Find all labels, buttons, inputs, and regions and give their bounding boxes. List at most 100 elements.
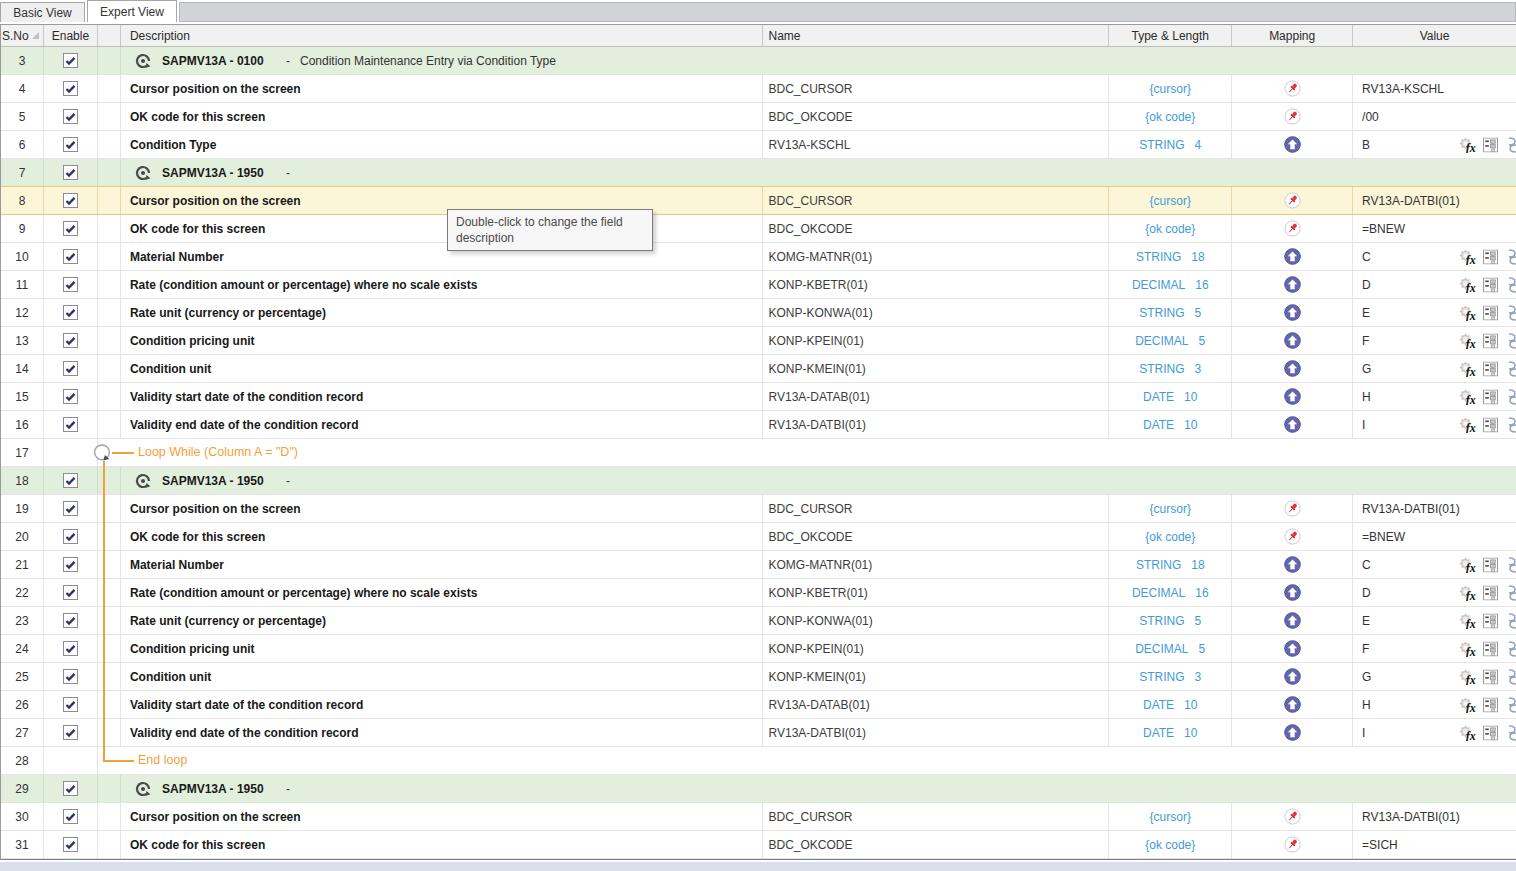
mapping-cell[interactable]: [1232, 299, 1353, 326]
mapping-cell[interactable]: [1232, 131, 1353, 158]
mapping-cell[interactable]: [1232, 803, 1353, 830]
mapping-grid-icon[interactable]: [1483, 697, 1498, 712]
name-cell[interactable]: KONP-KMEIN(01): [763, 355, 1110, 382]
enable-cell[interactable]: [44, 663, 98, 690]
name-cell[interactable]: BDC_CURSOR: [763, 75, 1110, 102]
description-cell[interactable]: Validity start date of the condition rec…: [121, 383, 763, 410]
type-length-cell[interactable]: DECIMAL16: [1109, 579, 1232, 606]
enable-checkbox[interactable]: [63, 557, 78, 572]
mapping-grid-icon[interactable]: [1483, 417, 1498, 432]
enable-cell[interactable]: [44, 47, 98, 74]
enable-cell[interactable]: [44, 831, 98, 858]
mapping-cell[interactable]: [1232, 103, 1353, 130]
field-row[interactable]: 27Validity end date of the condition rec…: [1, 719, 1516, 747]
mapped-arrow-icon[interactable]: [1284, 388, 1301, 405]
link-icon[interactable]: [1506, 332, 1516, 349]
value-cell[interactable]: Gfx: [1353, 663, 1516, 690]
formula-icon[interactable]: fx: [1459, 305, 1476, 321]
screen-description-cell[interactable]: SAPMV13A - 1950-: [121, 775, 1516, 802]
field-row[interactable]: 13Condition pricing unitKONP-KPEIN(01)DE…: [1, 327, 1516, 355]
header-sno[interactable]: S.No: [1, 25, 44, 46]
enable-cell[interactable]: [44, 635, 98, 662]
enable-checkbox[interactable]: [63, 641, 78, 656]
value-cell[interactable]: RV13A-DATBI(01): [1353, 803, 1516, 830]
type-length-cell[interactable]: {ok code}: [1109, 523, 1232, 550]
description-cell[interactable]: OK code for this screen: [121, 831, 763, 858]
description-cell[interactable]: Rate (condition amount or percentage) wh…: [121, 271, 763, 298]
description-cell[interactable]: Cursor position on the screen: [121, 187, 763, 214]
mapped-arrow-icon[interactable]: [1284, 136, 1301, 153]
description-cell[interactable]: Cursor position on the screen: [121, 495, 763, 522]
value-cell[interactable]: Ffx: [1353, 327, 1516, 354]
name-cell[interactable]: KONP-KBETR(01): [763, 579, 1110, 606]
field-row[interactable]: 20OK code for this screenBDC_OKCODE{ok c…: [1, 523, 1516, 551]
enable-checkbox[interactable]: [63, 613, 78, 628]
enable-checkbox[interactable]: [63, 305, 78, 320]
value-cell[interactable]: Dfx: [1353, 579, 1516, 606]
link-icon[interactable]: [1506, 136, 1516, 153]
type-length-cell[interactable]: {ok code}: [1109, 103, 1232, 130]
mapping-cell[interactable]: [1232, 663, 1353, 690]
description-cell[interactable]: Rate unit (currency or percentage): [121, 607, 763, 634]
not-mapped-pin-icon[interactable]: [1284, 192, 1301, 209]
link-icon[interactable]: [1506, 248, 1516, 265]
formula-icon[interactable]: fx: [1459, 641, 1476, 657]
mapping-cell[interactable]: [1232, 355, 1353, 382]
link-icon[interactable]: [1506, 304, 1516, 321]
name-cell[interactable]: KONP-KONWA(01): [763, 299, 1110, 326]
link-icon[interactable]: [1506, 276, 1516, 293]
link-icon[interactable]: [1506, 612, 1516, 629]
description-cell[interactable]: Validity end date of the condition recor…: [121, 411, 763, 438]
mapping-cell[interactable]: [1232, 579, 1353, 606]
description-cell[interactable]: Material Number: [121, 551, 763, 578]
enable-checkbox[interactable]: [63, 697, 78, 712]
name-cell[interactable]: BDC_CURSOR: [763, 187, 1110, 214]
enable-checkbox[interactable]: [63, 585, 78, 600]
enable-cell[interactable]: [44, 131, 98, 158]
enable-checkbox[interactable]: [63, 137, 78, 152]
enable-cell[interactable]: [44, 523, 98, 550]
loop-row[interactable]: 28: [1, 747, 1516, 775]
enable-checkbox[interactable]: [63, 501, 78, 516]
not-mapped-pin-icon[interactable]: [1284, 108, 1301, 125]
link-icon[interactable]: [1506, 584, 1516, 601]
mapping-grid-icon[interactable]: [1483, 389, 1498, 404]
formula-icon[interactable]: fx: [1459, 725, 1476, 741]
value-cell[interactable]: Bfx: [1353, 131, 1516, 158]
field-row[interactable]: 25Condition unitKONP-KMEIN(01)STRING3Gfx: [1, 663, 1516, 691]
enable-cell[interactable]: [44, 383, 98, 410]
name-cell[interactable]: RV13A-DATAB(01): [763, 691, 1110, 718]
screen-row[interactable]: 3SAPMV13A - 0100-Condition Maintenance E…: [1, 47, 1516, 75]
name-cell[interactable]: KONP-KPEIN(01): [763, 635, 1110, 662]
value-cell[interactable]: /00: [1353, 103, 1516, 130]
value-cell[interactable]: RV13A-KSCHL: [1353, 75, 1516, 102]
not-mapped-pin-icon[interactable]: [1284, 80, 1301, 97]
mapping-cell[interactable]: [1232, 635, 1353, 662]
description-cell[interactable]: Rate (condition amount or percentage) wh…: [121, 579, 763, 606]
enable-checkbox[interactable]: [63, 529, 78, 544]
enable-checkbox[interactable]: [63, 389, 78, 404]
formula-icon[interactable]: fx: [1459, 613, 1476, 629]
type-length-cell[interactable]: {cursor}: [1109, 495, 1232, 522]
formula-icon[interactable]: fx: [1459, 557, 1476, 573]
not-mapped-pin-icon[interactable]: [1284, 808, 1301, 825]
value-cell[interactable]: Ifx: [1353, 411, 1516, 438]
description-cell[interactable]: Material Number: [121, 243, 763, 270]
screen-row[interactable]: 18SAPMV13A - 1950-: [1, 467, 1516, 495]
mapped-arrow-icon[interactable]: [1284, 304, 1301, 321]
description-cell[interactable]: Condition unit: [121, 355, 763, 382]
mapping-grid-icon[interactable]: [1483, 361, 1498, 376]
mapping-cell[interactable]: [1232, 327, 1353, 354]
type-length-cell[interactable]: STRING18: [1109, 551, 1232, 578]
type-length-cell[interactable]: {cursor}: [1109, 803, 1232, 830]
type-length-cell[interactable]: STRING5: [1109, 607, 1232, 634]
field-row[interactable]: 24Condition pricing unitKONP-KPEIN(01)DE…: [1, 635, 1516, 663]
formula-icon[interactable]: fx: [1459, 417, 1476, 433]
mapping-cell[interactable]: [1232, 551, 1353, 578]
name-cell[interactable]: RV13A-KSCHL: [763, 131, 1110, 158]
enable-cell[interactable]: [44, 495, 98, 522]
mapping-grid-icon[interactable]: [1483, 585, 1498, 600]
field-row[interactable]: 9OK code for this screenBDC_OKCODE{ok co…: [1, 215, 1516, 243]
mapping-grid-icon[interactable]: [1483, 305, 1498, 320]
value-cell[interactable]: Cfx: [1353, 551, 1516, 578]
